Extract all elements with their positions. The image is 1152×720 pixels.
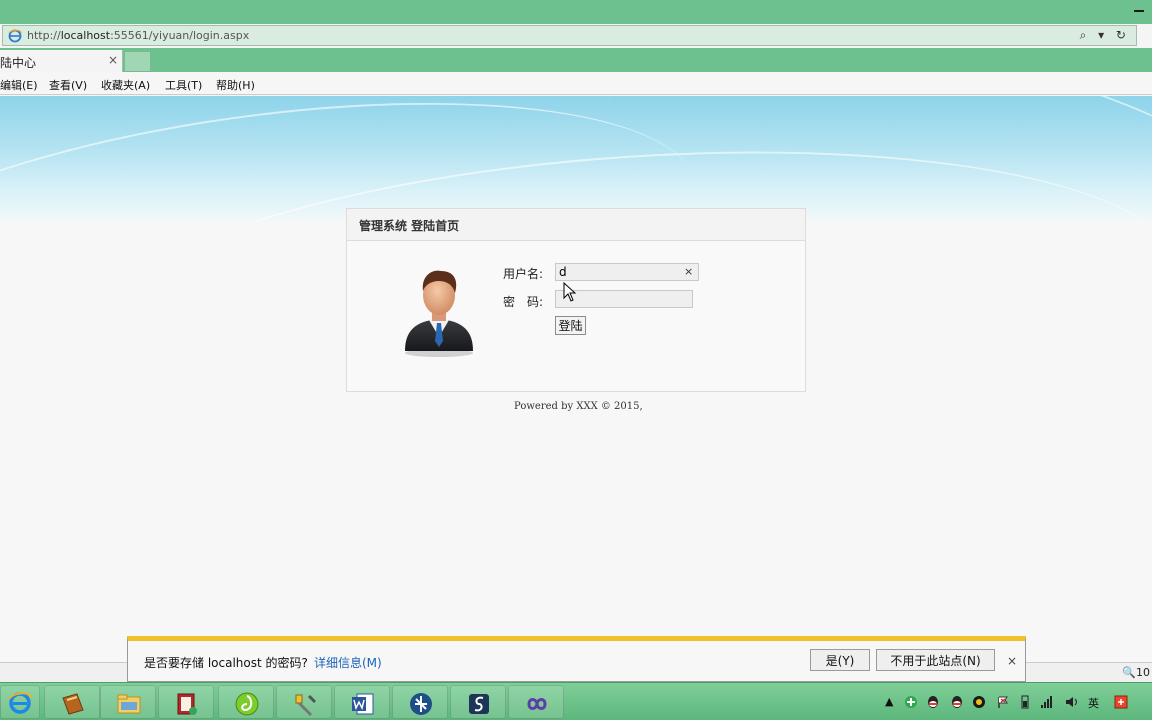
power-icon[interactable]: [1018, 695, 1032, 709]
green-browser-icon: [235, 692, 259, 716]
word-icon: [352, 693, 374, 715]
menu-view[interactable]: 查看(V): [49, 77, 87, 93]
login-header: 管理系统 登陆首页: [347, 209, 805, 241]
address-bar[interactable]: http://localhost:55561/yiyuan/login.aspx…: [2, 25, 1137, 46]
footer-text: Powered by XXX © 2015,: [514, 401, 643, 412]
network-signal-icon[interactable]: [1040, 695, 1054, 709]
menu-tools[interactable]: 工具(T): [165, 77, 202, 93]
tab-row: 陆中心 ×: [0, 48, 1152, 72]
taskbar: ▲ 英: [0, 682, 1152, 720]
show-hidden-icons[interactable]: ▲: [885, 695, 893, 708]
tray-green-plus-icon[interactable]: [904, 695, 918, 709]
username-label: 用户名:: [503, 267, 544, 281]
page-content: 管理系统 登陆首页 用户名: × 密 码:: [0, 96, 1152, 662]
menu-edit[interactable]: 编辑(E): [0, 77, 38, 93]
network-app-button[interactable]: [392, 685, 448, 719]
notebook-icon: [177, 693, 197, 715]
clear-input-icon[interactable]: ×: [684, 265, 693, 278]
qq-icon[interactable]: [926, 695, 940, 709]
close-notification-icon[interactable]: ×: [1007, 654, 1017, 668]
menu-bar: 编辑(E) 查看(V) 收藏夹(A) 工具(T) 帮助(H): [0, 73, 1152, 95]
ie-taskbar-button[interactable]: [0, 685, 40, 719]
browser-app-button[interactable]: [218, 685, 274, 719]
network-icon: [410, 693, 432, 715]
zoom-level[interactable]: 🔍10: [1122, 666, 1150, 679]
user-avatar-icon: [405, 270, 473, 357]
header-banner: [0, 96, 1152, 221]
ie-icon: [8, 692, 32, 714]
eclipse-app-button[interactable]: [450, 685, 506, 719]
tab-login-center[interactable]: 陆中心 ×: [0, 50, 123, 72]
menu-favorites[interactable]: 收藏夹(A): [101, 77, 150, 93]
word-app-button[interactable]: [334, 685, 390, 719]
s-app-icon: [469, 694, 489, 714]
never-for-site-button[interactable]: 不用于此站点(N): [876, 649, 995, 671]
file-explorer-button[interactable]: [100, 685, 156, 719]
folder-icon: [117, 694, 141, 714]
save-password-notification: 是否要存储 localhost 的密码? 详细信息(M) 是(Y) 不用于此站点…: [127, 636, 1026, 682]
notes-app-button[interactable]: [158, 685, 214, 719]
login-button[interactable]: 登陆: [555, 316, 586, 335]
browser-title-bar: [0, 0, 1152, 24]
ie-page-icon: [8, 29, 22, 43]
url-text[interactable]: http://localhost:55561/yiyuan/login.aspx: [27, 29, 249, 42]
volume-icon[interactable]: [1064, 695, 1078, 709]
ime-toolbar-icon[interactable]: [1114, 695, 1128, 709]
tab-title: 陆中心: [0, 56, 37, 70]
ime-indicator[interactable]: 英: [1088, 695, 1099, 711]
minimize-icon[interactable]: [1134, 10, 1144, 12]
details-link[interactable]: 详细信息(M): [314, 654, 382, 671]
password-label: 密 码:: [503, 295, 544, 309]
book-icon: [62, 693, 84, 715]
new-tab-button[interactable]: [124, 51, 151, 72]
tools-icon: [295, 694, 317, 717]
infinity-icon: [527, 698, 547, 710]
tray-app-icon[interactable]: [972, 695, 986, 709]
tools-app-button[interactable]: [276, 685, 332, 719]
menu-help[interactable]: 帮助(H): [216, 77, 255, 93]
book-app-button[interactable]: [44, 685, 100, 719]
qq-icon[interactable]: [950, 695, 964, 709]
login-title: 管理系统 登陆首页: [359, 219, 460, 233]
username-input[interactable]: [555, 263, 699, 281]
mouse-cursor-icon: [563, 282, 577, 302]
address-tools[interactable]: ⌕ ▾ ↻: [1080, 28, 1130, 43]
action-center-flag-icon[interactable]: [996, 695, 1010, 709]
visual-studio-button[interactable]: [508, 685, 564, 719]
notification-message: 是否要存储 localhost 的密码?: [144, 656, 308, 670]
save-yes-button[interactable]: 是(Y): [810, 649, 870, 671]
tab-close-icon[interactable]: ×: [108, 53, 118, 67]
